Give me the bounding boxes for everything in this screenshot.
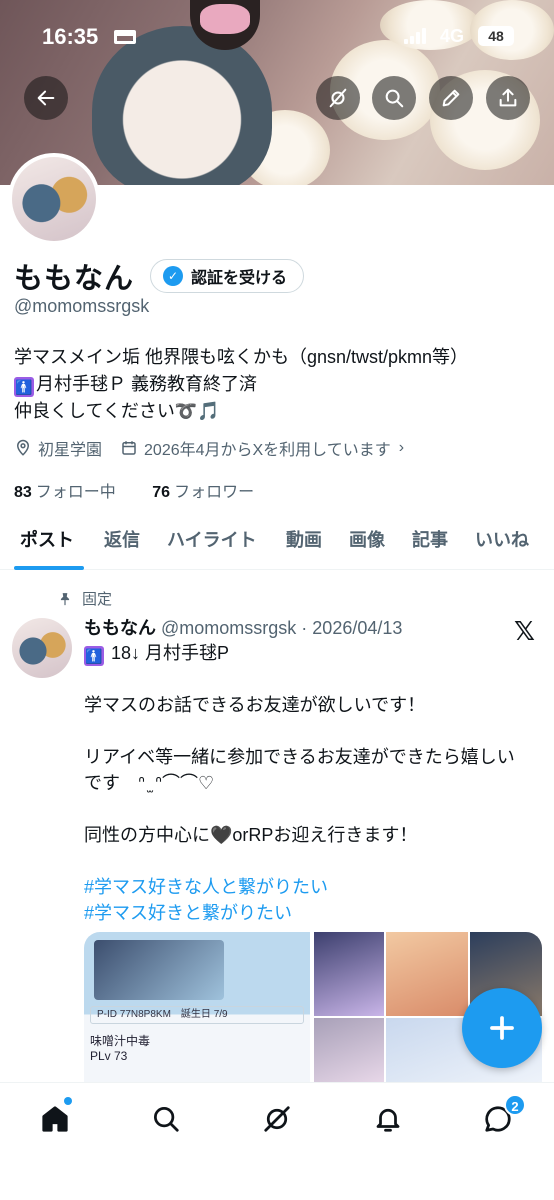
sleep-focus-icon [114, 30, 136, 44]
share-button[interactable] [486, 76, 530, 120]
tab-images[interactable]: 画像 [349, 526, 385, 552]
status-time: 16:35 [42, 24, 99, 49]
profile-name: ももなん [14, 263, 135, 295]
verified-badge-icon: ✓ [163, 266, 184, 286]
bio-line: 月村手毬Ｐ 義務教育終了済 [36, 374, 257, 394]
network-type: 4G [440, 26, 465, 46]
active-tab-indicator [14, 566, 84, 570]
tab-posts[interactable]: ポスト [20, 526, 74, 552]
nav-notifications[interactable] [368, 1099, 408, 1139]
follow-stats: 83 フォロー中 76 フォロワー [14, 478, 286, 502]
home-notification-dot [64, 1097, 72, 1105]
tab-likes[interactable]: いいね [475, 526, 529, 552]
edit-button[interactable] [429, 76, 473, 120]
following-link[interactable]: 83 フォロー中 [14, 484, 132, 501]
search-icon [154, 1107, 179, 1132]
signal-icon [404, 28, 426, 44]
profile-avatar[interactable] [8, 153, 100, 245]
post-avatar[interactable] [12, 618, 72, 678]
compose-button[interactable] [462, 988, 542, 1068]
status-bar: 16:35 4G 48 [0, 24, 554, 52]
tab-highlights[interactable]: ハイライト [167, 526, 257, 552]
profile-tabs: ポスト 返信 ハイライト 動画 画像 記事 いいね [0, 518, 554, 570]
media-plv-text: PLv 73 [90, 1049, 128, 1063]
media-birthday-text: 誕生日 7/9 [180, 1009, 228, 1020]
back-button[interactable] [24, 76, 68, 120]
hashtag-link[interactable]: #学マス好きと繋がりたい [84, 900, 544, 926]
home-icon [42, 1106, 68, 1132]
post-meta: @momomssrgsk · 2026/04/13 [161, 618, 403, 638]
grok-icon [329, 88, 347, 108]
grok-button[interactable] [316, 76, 360, 120]
messages-count-badge: 2 [504, 1094, 526, 1116]
post-text: 🚹 18↓ 月村手毬P 学マスのお話できるお友達が欲しいです！ リアイベ等一緒に… [84, 640, 544, 926]
bio-line: 学マスメイン垢 他界隈も呟くかも（gnsn/twst/pkmn等） [14, 347, 469, 367]
edit-icon [442, 89, 460, 107]
pinned-label: 固定 [58, 588, 112, 609]
calendar-icon [122, 441, 136, 455]
profile-meta: 初星学園 2026年4月からXを利用しています › [14, 436, 422, 460]
battery-level: 48 [478, 26, 514, 46]
location-icon [16, 439, 30, 456]
share-icon [499, 88, 517, 107]
search-button[interactable] [372, 76, 416, 120]
profile-location: 初星学園 [38, 442, 103, 459]
followers-link[interactable]: 76 フォロワー [152, 484, 270, 501]
profile-bio: 学マスメイン垢 他界隈も呟くかも（gnsn/twst/pkmn等） 🚹 月村手毬Ｐ… [14, 344, 468, 425]
media-image-1[interactable]: P-ID 77N8P8KM 誕生日 7/9 味噌汁中毒 PLv 73 [84, 932, 310, 1082]
get-verified-label: 認証を受ける [191, 270, 288, 287]
media-id-text: P-ID 77N8P8KM [97, 1009, 171, 1020]
nav-grok[interactable] [257, 1099, 297, 1139]
joined-date-link[interactable]: 2026年4月からXを利用しています › [120, 436, 404, 460]
plus-icon [490, 1016, 514, 1040]
profile-handle: @momomssrgsk [14, 296, 150, 316]
post-header: ももなん @momomssrgsk · 2026/04/13 [84, 614, 402, 640]
bell-icon [376, 1108, 400, 1132]
hashtag-link[interactable]: #学マス好きな人と繋がりたい [84, 874, 544, 900]
nav-home[interactable] [35, 1099, 75, 1139]
get-verified-button[interactable]: ✓ 認証を受ける [150, 259, 305, 293]
pin-icon [60, 592, 70, 605]
tab-videos[interactable]: 動画 [286, 526, 322, 552]
tab-replies[interactable]: 返信 [104, 526, 140, 552]
nav-search[interactable] [146, 1099, 186, 1139]
bio-line: 仲良くしてください➰🎵 [14, 401, 220, 421]
search-icon [385, 89, 404, 108]
back-arrow-icon [37, 90, 55, 106]
media-name-text: 味噌汁中毒 [90, 1034, 151, 1048]
post-author[interactable]: ももなん [84, 618, 156, 638]
person-icon: 🚹 [84, 646, 104, 666]
profile-joined: 2026年4月からXを利用しています [144, 442, 391, 459]
bottom-nav [0, 1082, 554, 1200]
tab-articles[interactable]: 記事 [412, 526, 448, 552]
person-icon: 🚹 [14, 377, 34, 397]
grok-icon [264, 1106, 290, 1132]
chevron-right-icon: › [398, 439, 405, 456]
